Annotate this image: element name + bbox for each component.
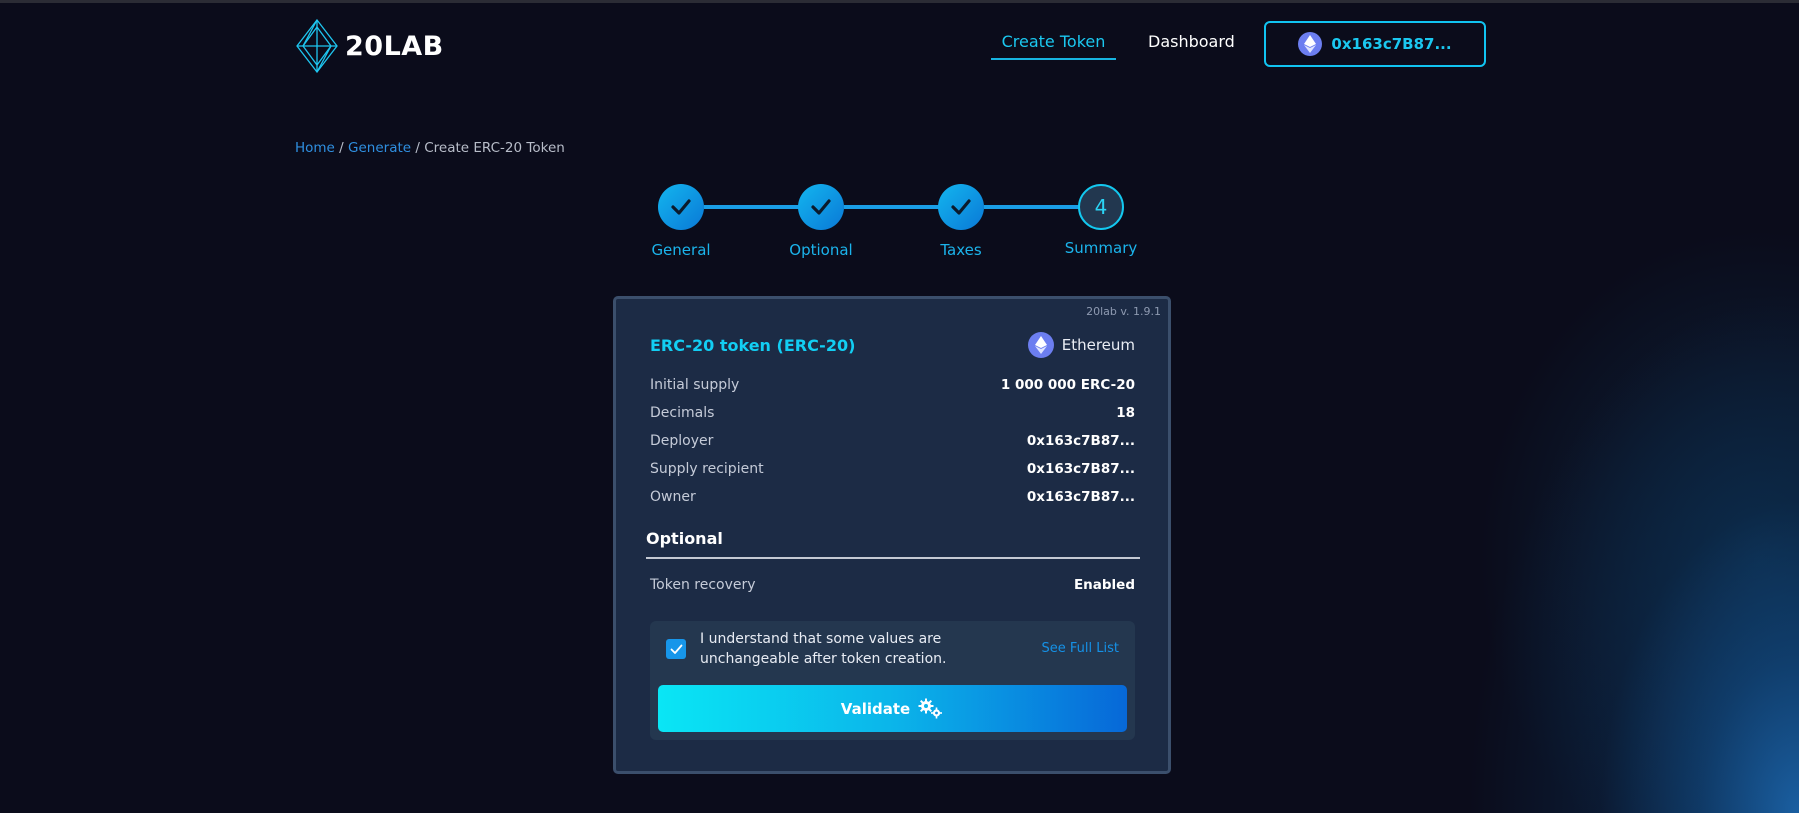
row-value: 0x163c7B87... — [1026, 489, 1135, 505]
row-label: Token recovery — [650, 577, 756, 593]
check-icon — [670, 644, 682, 654]
step-summary-indicator[interactable]: 4 — [1078, 184, 1124, 230]
step-general-indicator[interactable] — [658, 184, 704, 230]
top-strip — [0, 0, 1799, 3]
row-value: 18 — [1116, 405, 1135, 421]
network-indicator: Ethereum — [1027, 332, 1135, 358]
breadcrumb-current: Create ERC-20 Token — [424, 140, 565, 156]
see-full-list-link[interactable]: See Full List — [1042, 641, 1119, 656]
confirm-text: I understand that some values are unchan… — [700, 631, 947, 667]
step-optional-indicator[interactable] — [798, 184, 844, 230]
breadcrumb-home[interactable]: Home — [295, 140, 335, 156]
check-icon — [671, 199, 691, 215]
row-label: Owner — [650, 489, 696, 505]
gears-icon — [918, 698, 943, 718]
summary-row-supply-recipient: Supply recipient 0x163c7B87... — [650, 459, 1135, 479]
summary-row-decimals: Decimals 18 — [650, 403, 1135, 423]
confirm-checkbox[interactable] — [666, 639, 686, 659]
row-value: 0x163c7B87... — [1026, 433, 1135, 449]
diamond-logo-icon — [296, 19, 338, 73]
step-connector — [984, 205, 1080, 209]
check-icon — [951, 199, 971, 215]
nav-create-token[interactable]: Create Token — [991, 32, 1116, 60]
step-label-optional: Optional — [789, 241, 853, 259]
step-label-summary: Summary — [1064, 239, 1138, 257]
summary-row-owner: Owner 0x163c7B87... — [650, 487, 1135, 507]
breadcrumb-separator: / — [339, 140, 344, 156]
wallet-address: 0x163c7B87... — [1331, 35, 1452, 53]
confirmation-panel: I understand that some values are unchan… — [650, 621, 1135, 740]
version-label: 20lab v. 1.9.1 — [1086, 305, 1161, 318]
summary-card: 20lab v. 1.9.1 ERC-20 token (ERC-20) Eth… — [613, 296, 1171, 774]
ethereum-icon — [1027, 332, 1054, 358]
step-label-taxes: Taxes — [940, 241, 982, 259]
row-label: Initial supply — [650, 377, 740, 393]
wallet-button[interactable]: 0x163c7B87... — [1264, 21, 1486, 67]
row-value: 0x163c7B87... — [1026, 461, 1135, 477]
row-label: Decimals — [650, 405, 715, 421]
optional-section-title: Optional — [646, 529, 723, 548]
check-icon — [811, 199, 831, 215]
breadcrumb-generate[interactable]: Generate — [348, 140, 411, 156]
ethereum-icon — [1298, 32, 1323, 56]
summary-row-token-recovery: Token recovery Enabled — [650, 575, 1135, 595]
section-divider — [646, 557, 1140, 559]
summary-row-initial-supply: Initial supply 1 000 000 ERC-20 — [650, 375, 1135, 395]
token-type-title: ERC-20 token (ERC-20) — [650, 336, 856, 355]
step-connector — [704, 205, 800, 209]
step-connector — [844, 205, 940, 209]
nav-dashboard[interactable]: Dashboard — [1148, 32, 1235, 51]
row-label: Supply recipient — [650, 461, 764, 477]
summary-row-deployer: Deployer 0x163c7B87... — [650, 431, 1135, 451]
row-value: 1 000 000 ERC-20 — [1000, 377, 1135, 393]
network-name: Ethereum — [1061, 336, 1135, 354]
validate-label: Validate — [840, 699, 911, 718]
app-logo[interactable]: 20LAB — [295, 18, 444, 74]
validate-button[interactable]: Validate — [658, 685, 1127, 732]
row-value: Enabled — [1073, 577, 1135, 593]
row-label: Deployer — [650, 433, 714, 449]
step-taxes-indicator[interactable] — [938, 184, 984, 230]
breadcrumb: Home / Generate / Create ERC-20 Token — [295, 140, 565, 156]
step-label-general: General — [651, 241, 711, 259]
app-name: 20LAB — [345, 30, 444, 62]
breadcrumb-separator: / — [415, 140, 420, 156]
